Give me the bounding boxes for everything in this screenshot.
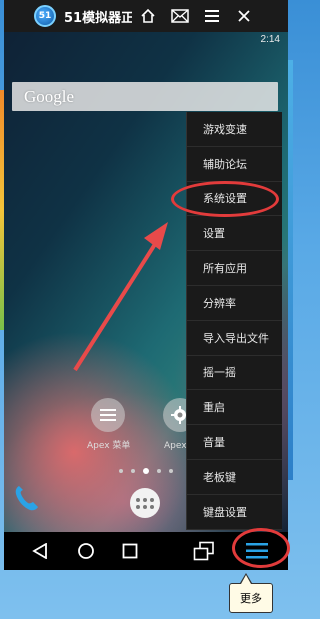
tooltip-text: 更多: [240, 592, 262, 605]
emulator-logo-icon: 51: [34, 5, 56, 27]
google-search-bar[interactable]: Google: [12, 82, 278, 111]
close-icon: [238, 10, 250, 22]
page-indicator: [119, 468, 173, 474]
menu-item-game-speed[interactable]: 游戏变速: [187, 112, 282, 147]
circle-home-icon: [78, 543, 94, 559]
nav-home-button[interactable]: [74, 532, 98, 570]
phone-icon: [15, 486, 39, 511]
back-triangle-icon: [32, 543, 47, 559]
drawer-dot: [143, 504, 147, 509]
drawer-dot: [136, 504, 140, 509]
home-icon: [141, 8, 155, 23]
menu-item-volume[interactable]: 音量: [187, 425, 282, 460]
menu-item-restart[interactable]: 重启: [187, 390, 282, 426]
drawer-dot: [143, 497, 147, 502]
drawer-dot: [150, 497, 154, 502]
mail-icon: [171, 9, 189, 23]
menu-item-resolution[interactable]: 分辨率: [187, 286, 282, 321]
android-nav-bar: [4, 532, 288, 570]
hamburger-icon: [205, 10, 219, 22]
app-drawer-button[interactable]: [130, 488, 160, 518]
menu-item-system-settings[interactable]: 系统设置: [187, 182, 282, 217]
page-dot: [119, 469, 123, 473]
apex-menu-label: Apex 菜单: [87, 441, 131, 451]
square-recents-icon: [122, 543, 138, 559]
drawer-dot: [136, 497, 140, 502]
menu-item-all-apps[interactable]: 所有应用: [187, 251, 282, 286]
home-button[interactable]: [132, 0, 164, 32]
menu-item-keyboard-settings[interactable]: 键盘设置: [187, 495, 282, 530]
multi-window-icon: [193, 541, 214, 561]
titlebar-menu-button[interactable]: [196, 0, 228, 32]
hamburger-icon: [246, 543, 268, 559]
page-dot: [131, 469, 135, 473]
more-menu: 游戏变速 辅助论坛 系统设置 设置 所有应用 分辨率 导入导出文件 摇一摇 重启…: [186, 112, 282, 530]
multi-window-button[interactable]: [190, 532, 218, 570]
mail-button[interactable]: [164, 0, 196, 32]
menu-item-import-export[interactable]: 导入导出文件: [187, 321, 282, 356]
page-dot: [169, 469, 173, 473]
drawer-dot: [150, 504, 154, 509]
apex-menu-app[interactable]: [91, 398, 125, 432]
back-button[interactable]: [28, 532, 52, 570]
window-title: 51模拟器正在: [64, 10, 132, 26]
emulator-titlebar: 51 51模拟器正在: [4, 0, 288, 32]
google-search-text: Google: [24, 86, 75, 106]
apex-menu-icon: [100, 409, 116, 421]
page-dot: [157, 469, 161, 473]
close-button[interactable]: [228, 0, 260, 32]
page-dot-active: [143, 468, 149, 474]
recents-button[interactable]: [118, 532, 142, 570]
phone-app[interactable]: [14, 484, 40, 516]
logo-text: 51: [38, 11, 52, 21]
menu-item-boss-key[interactable]: 老板键: [187, 460, 282, 495]
menu-item-forum[interactable]: 辅助论坛: [187, 147, 282, 182]
more-button[interactable]: [242, 532, 272, 570]
menu-item-settings[interactable]: 设置: [187, 216, 282, 252]
status-time: 2:14: [260, 34, 280, 45]
more-tooltip: 更多: [229, 573, 273, 613]
menu-item-shake[interactable]: 摇一摇: [187, 356, 282, 391]
